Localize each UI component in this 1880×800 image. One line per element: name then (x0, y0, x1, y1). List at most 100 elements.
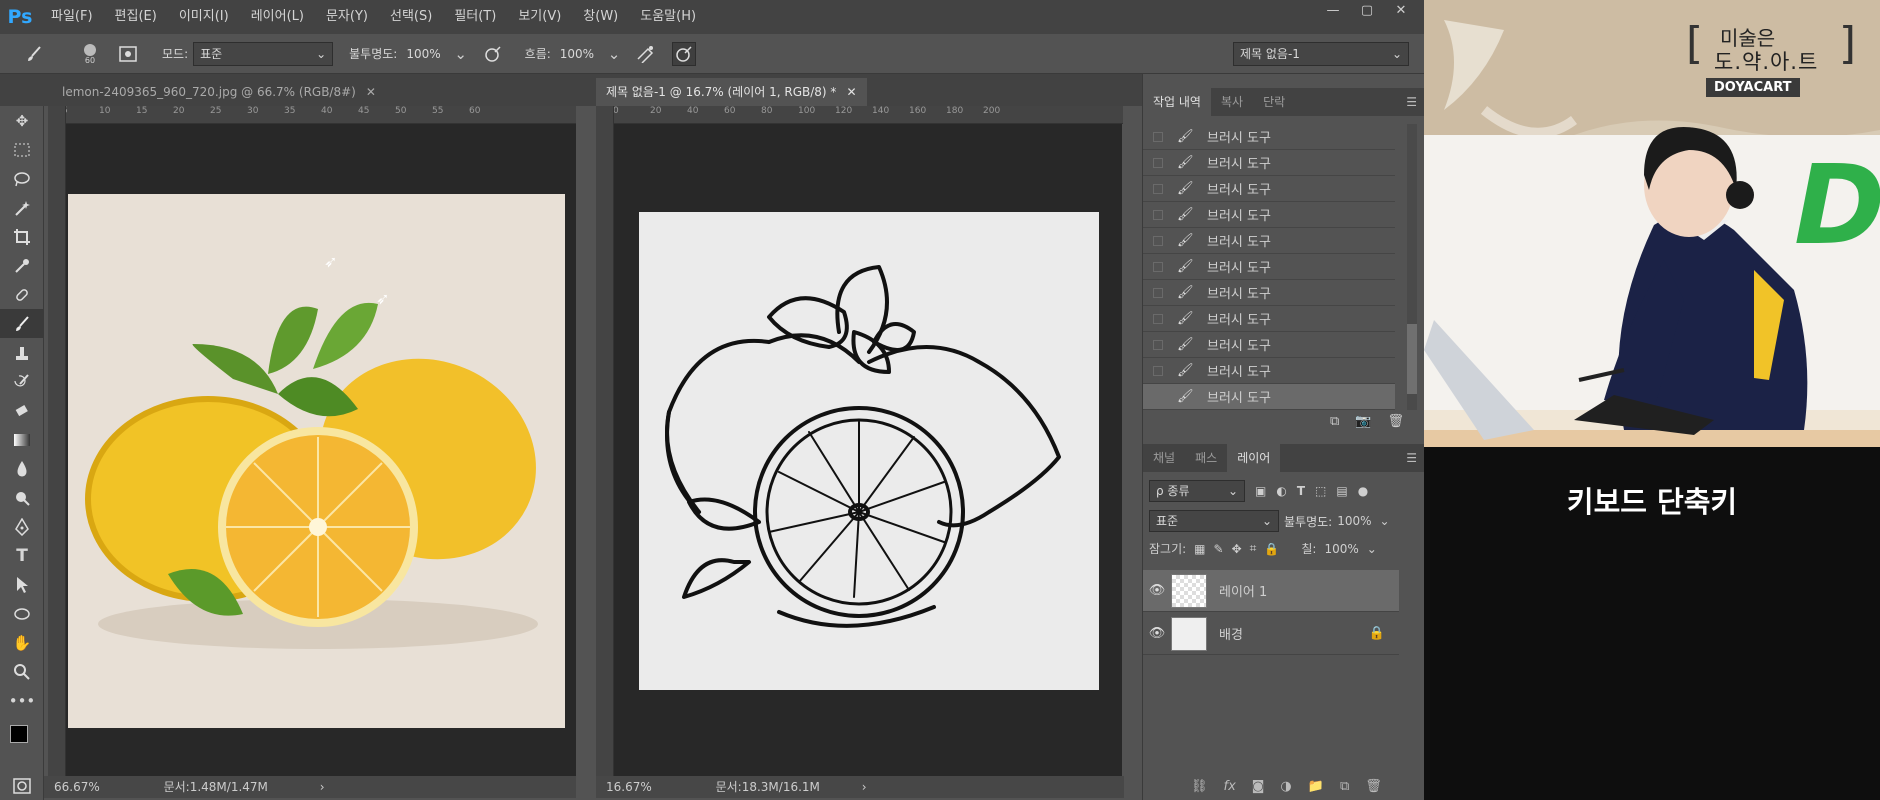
history-item[interactable]: 🖌 브러시 도구 (1143, 254, 1395, 280)
brush-panel-icon[interactable] (116, 42, 140, 66)
history-item[interactable]: 🖌 브러시 도구 (1143, 280, 1395, 306)
layer-filter-select[interactable]: ρ 종류 ⌄ (1149, 480, 1245, 502)
eye-icon[interactable]: 👁 (1143, 583, 1171, 598)
chevron-down-icon[interactable]: ⌄ (1380, 514, 1390, 528)
adjustment-filter-icon[interactable]: ◐ (1276, 484, 1286, 498)
lock-position-icon[interactable]: ✥ (1232, 542, 1242, 556)
stamp-tool-icon[interactable] (0, 338, 44, 367)
brush-tool-icon[interactable] (0, 309, 44, 338)
layer-style-icon[interactable]: fx (1224, 779, 1236, 794)
tab-paths[interactable]: 패스 (1185, 444, 1227, 472)
zoom-tool-icon[interactable] (0, 657, 44, 686)
history-item[interactable]: 🖌 브러시 도구 (1143, 202, 1395, 228)
lock-paint-icon[interactable]: ✎ (1214, 542, 1224, 556)
document-select[interactable]: 제목 없음-1 ⌄ (1233, 41, 1409, 66)
menu-filter[interactable]: 필터(T) (443, 0, 507, 34)
quick-mask-icon[interactable] (0, 771, 44, 800)
checkbox[interactable] (1153, 287, 1163, 298)
marquee-tool-icon[interactable] (0, 135, 44, 164)
tab-close-icon[interactable]: ✕ (366, 85, 376, 99)
chevron-down-icon[interactable]: ⌄ (602, 42, 626, 66)
type-tool-icon[interactable]: T (0, 541, 44, 570)
tab-channels[interactable]: 채널 (1143, 444, 1185, 472)
document-area-lemon[interactable]: ➶ ➶ (66, 124, 576, 776)
adjustment-layer-icon[interactable]: ◑ (1280, 779, 1291, 794)
menu-select[interactable]: 선택(S) (379, 0, 443, 34)
new-layer-icon[interactable]: ⧉ (1340, 779, 1349, 794)
document-tab-lemon[interactable]: lemon-2409365_960_720.jpg @ 66.7% (RGB/8… (52, 78, 386, 106)
status-menu-arrow[interactable]: › (320, 780, 325, 794)
healing-brush-icon[interactable] (0, 280, 44, 309)
flow-value[interactable]: 100% (560, 47, 594, 61)
path-selection-icon[interactable] (0, 570, 44, 599)
checkbox[interactable] (1153, 209, 1163, 220)
smart-object-filter-icon[interactable]: ▤ (1336, 484, 1347, 498)
airbrush-icon[interactable] (634, 42, 658, 66)
checkbox[interactable] (1153, 339, 1163, 350)
history-item-current[interactable]: 🖌 브러시 도구 (1143, 384, 1395, 410)
blur-tool-icon[interactable] (0, 454, 44, 483)
document-tab-untitled[interactable]: 제목 없음-1 @ 16.7% (레이어 1, RGB/8) * ✕ (596, 78, 867, 106)
pen-tool-icon[interactable] (0, 512, 44, 541)
opacity-value[interactable]: 100% (406, 47, 440, 61)
tab-layers[interactable]: 레이어 (1227, 444, 1281, 472)
scrollbar-thumb[interactable] (1407, 324, 1417, 394)
lock-all-icon[interactable]: 🔒 (1264, 542, 1279, 556)
checkbox[interactable] (1153, 183, 1163, 194)
checkbox[interactable] (1153, 365, 1163, 376)
eyedropper-icon[interactable] (0, 251, 44, 280)
tab-paragraph[interactable]: 단락 (1253, 88, 1295, 116)
menu-help[interactable]: 도움말(H) (629, 0, 707, 34)
new-document-from-state-icon[interactable]: ⧉ (1330, 414, 1339, 429)
hand-tool-icon[interactable]: ✋ (0, 628, 44, 657)
foreground-color[interactable] (10, 725, 28, 743)
new-group-icon[interactable]: 📁 (1308, 779, 1324, 794)
trash-icon[interactable]: 🗑 (1387, 414, 1404, 429)
minimize-button[interactable]: — (1316, 0, 1350, 24)
history-scrollbar[interactable] (1407, 124, 1417, 410)
crop-tool-icon[interactable] (0, 222, 44, 251)
brush-preset-picker[interactable]: 60 (78, 42, 102, 66)
layer-row-background[interactable]: 👁 배경 🔒 (1143, 613, 1399, 655)
chevron-down-icon[interactable]: ⌄ (449, 42, 473, 66)
lock-pixels-icon[interactable]: ▦ (1194, 542, 1205, 556)
history-item[interactable]: 🖌 브러시 도구 (1143, 150, 1395, 176)
lasso-tool-icon[interactable] (0, 164, 44, 193)
lock-artboard-icon[interactable]: ⌗ (1250, 541, 1257, 556)
history-item[interactable]: 🖌 브러시 도구 (1143, 306, 1395, 332)
fill-value[interactable]: 100% (1324, 542, 1358, 556)
eye-icon[interactable]: 👁 (1143, 626, 1171, 641)
checkbox[interactable] (1153, 131, 1163, 142)
menu-edit[interactable]: 편집(E) (104, 0, 168, 34)
checkbox[interactable] (1153, 157, 1163, 168)
history-item[interactable]: 🖌 브러시 도구 (1143, 332, 1395, 358)
history-brush-icon[interactable] (0, 367, 44, 396)
layer-row-layer1[interactable]: 👁 레이어 1 (1143, 570, 1399, 612)
menu-image[interactable]: 이미지(I) (168, 0, 240, 34)
panel-menu-icon[interactable]: ☰ (1406, 444, 1424, 472)
menu-layer[interactable]: 레이어(L) (240, 0, 315, 34)
blend-mode-select[interactable]: 표준 ⌄ (1149, 510, 1279, 532)
trash-icon[interactable]: 🗑 (1365, 779, 1382, 794)
history-item[interactable]: 🖌 브러시 도구 (1143, 176, 1395, 202)
menu-window[interactable]: 창(W) (572, 0, 629, 34)
document-area-untitled[interactable] (614, 124, 1122, 776)
tab-history[interactable]: 작업 내역 (1143, 88, 1211, 116)
brush-tool-icon[interactable] (22, 42, 46, 66)
status-menu-arrow[interactable]: › (862, 780, 867, 794)
panel-menu-icon[interactable]: ☰ (1406, 88, 1424, 116)
mode-select[interactable]: 표준 ⌄ (193, 41, 334, 66)
checkbox[interactable] (1153, 313, 1163, 324)
move-tool-icon[interactable]: ✥ (0, 106, 44, 135)
ellipse-tool-icon[interactable] (0, 599, 44, 628)
close-button[interactable]: ✕ (1384, 0, 1418, 24)
color-swatches[interactable] (0, 715, 44, 771)
layer-opacity-value[interactable]: 100% (1337, 514, 1371, 528)
history-item[interactable]: 🖌 브러시 도구 (1143, 228, 1395, 254)
maximize-button[interactable]: ▢ (1350, 0, 1384, 24)
checkbox[interactable] (1153, 391, 1163, 402)
pressure-size-icon[interactable] (672, 41, 697, 66)
link-layers-icon[interactable]: ⛓ (1191, 779, 1208, 794)
shape-filter-icon[interactable]: ⬚ (1315, 484, 1326, 498)
gradient-tool-icon[interactable] (0, 425, 44, 454)
